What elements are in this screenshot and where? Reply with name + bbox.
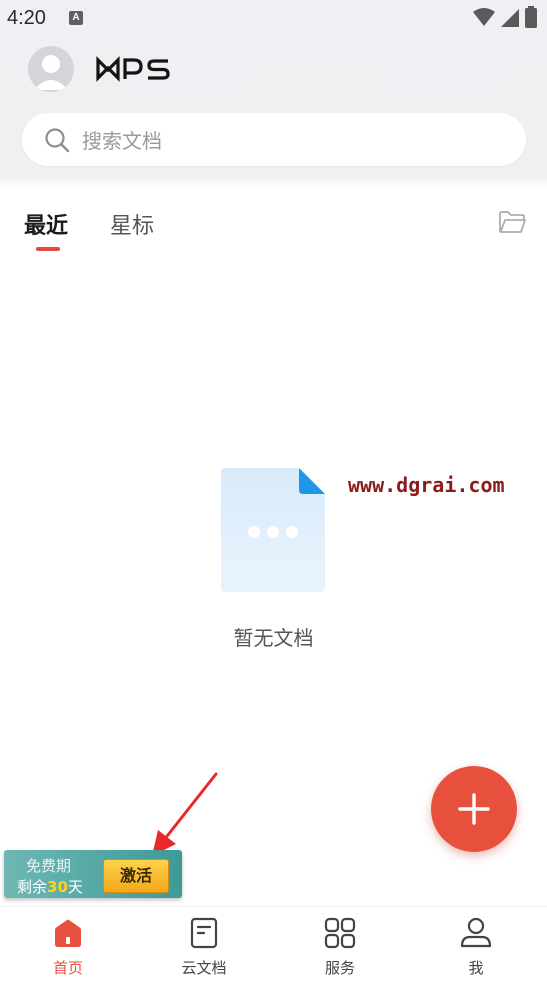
search-bar[interactable] xyxy=(22,113,526,168)
watermark-text: www.dgrai.com xyxy=(348,473,505,497)
create-document-button[interactable] xyxy=(431,766,517,852)
nav-item-cloud-docs[interactable]: 云文档 xyxy=(136,907,272,984)
trial-banner[interactable]: 免费期 剩余30天 激活 xyxy=(4,850,182,898)
status-icons xyxy=(473,6,537,28)
search-icon xyxy=(45,128,70,153)
home-icon xyxy=(55,919,81,947)
wps-logo-icon xyxy=(96,56,170,82)
wifi-icon xyxy=(473,8,495,26)
trial-remaining-suffix: 天 xyxy=(67,878,83,896)
plus-icon xyxy=(458,793,490,825)
empty-document-icon xyxy=(221,468,325,592)
notification-a-icon: A xyxy=(69,11,83,25)
nav-item-services[interactable]: 服务 xyxy=(272,907,408,984)
avatar[interactable] xyxy=(28,46,74,92)
tab-recent[interactable]: 最近 xyxy=(24,208,68,240)
status-time: 4:20 xyxy=(7,7,46,29)
status-bar: 4:20 A xyxy=(0,0,547,38)
bottom-navigation: 首页 云文档 服务 我 xyxy=(0,906,547,984)
tab-starred[interactable]: 星标 xyxy=(110,208,154,240)
services-grid-icon xyxy=(324,917,356,949)
nav-label-cloud-docs: 云文档 xyxy=(181,959,227,977)
trial-remaining-prefix: 剩余 xyxy=(17,878,48,896)
trial-days: 30 xyxy=(47,878,68,896)
nav-item-home[interactable]: 首页 xyxy=(0,907,136,984)
folder-icon[interactable] xyxy=(498,210,526,234)
trial-remaining: 剩余30天 xyxy=(17,876,83,897)
app-screen: 4:20 A 搜索文档 最近 星标 www.dgrai.com 暂无文档 免费期… xyxy=(0,0,547,984)
nav-label-me: 我 xyxy=(468,959,484,977)
tab-active-indicator xyxy=(36,247,60,251)
nav-label-home: 首页 xyxy=(52,959,83,977)
nav-label-services: 服务 xyxy=(324,959,355,977)
empty-state-text: 暂无文档 xyxy=(233,626,314,650)
cloud-doc-icon xyxy=(190,917,218,949)
default-avatar-icon xyxy=(34,55,68,90)
annotation-arrow-icon xyxy=(152,772,218,856)
trial-label: 免费期 xyxy=(26,857,72,875)
signal-icon xyxy=(501,9,519,27)
activate-button[interactable]: 激活 xyxy=(103,859,169,893)
profile-icon xyxy=(460,917,492,948)
nav-item-me[interactable]: 我 xyxy=(408,907,544,984)
battery-icon xyxy=(525,6,537,28)
wps-logo xyxy=(96,56,172,86)
search-input[interactable] xyxy=(80,113,504,168)
